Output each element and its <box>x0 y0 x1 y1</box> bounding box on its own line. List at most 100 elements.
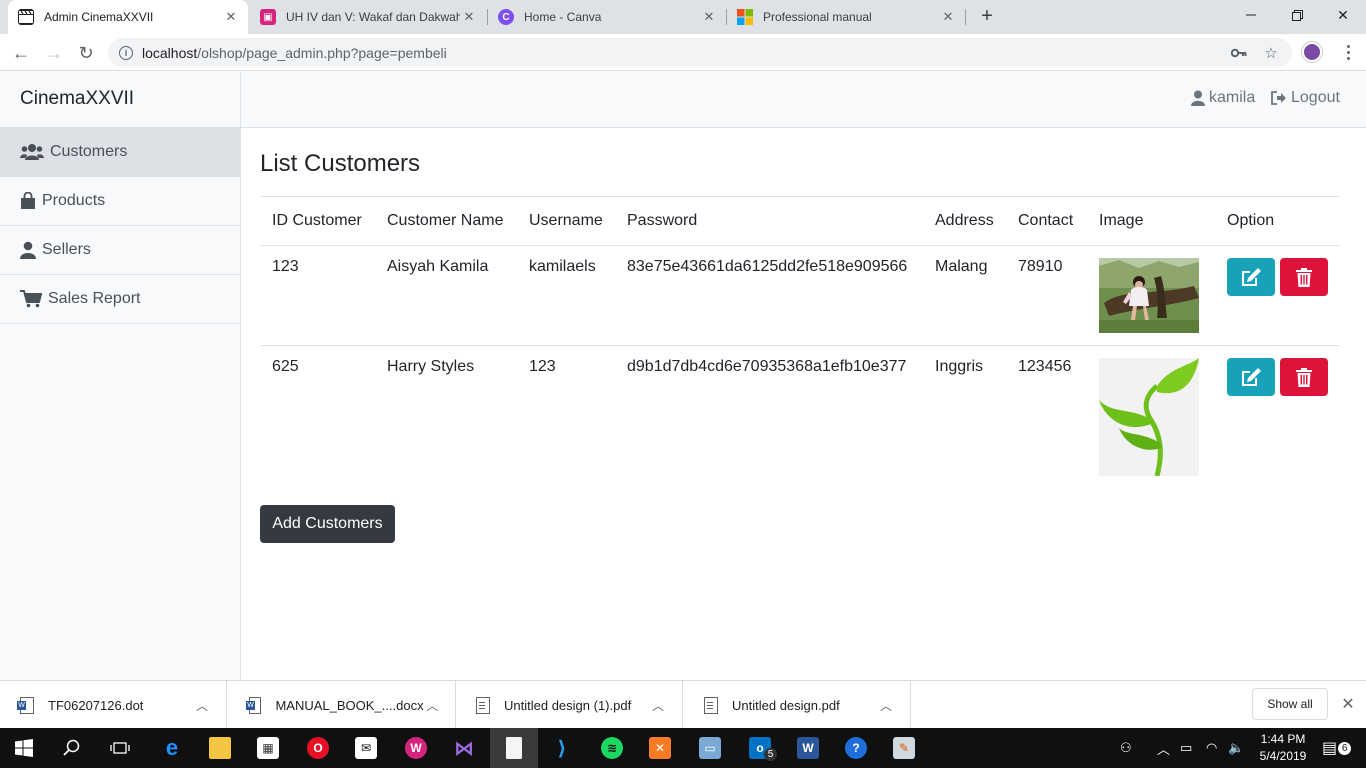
delete-button[interactable] <box>1280 258 1328 296</box>
show-all-button[interactable]: Show all <box>1252 688 1328 720</box>
column-header: Option <box>1215 196 1340 246</box>
url-text: localhost/olshop/page_admin.php?page=pem… <box>142 44 447 61</box>
people-icon[interactable]: ⚇ <box>1120 728 1132 768</box>
tab-professional-manual[interactable]: Professional manual ✕ <box>727 0 965 34</box>
forward-arrow-icon[interactable]: → <box>41 40 67 66</box>
tab-wakaf-dakwah[interactable]: ▣ UH IV dan V: Wakaf dan Dakwah ✕ <box>250 0 486 34</box>
notification-count: 6 <box>1338 741 1352 755</box>
notepad-icon[interactable] <box>490 728 538 768</box>
sidebar: CinemaXXVII Customers Products Sellers S… <box>0 71 241 680</box>
sidebar-item-label: Customers <box>50 143 128 160</box>
close-tab-icon[interactable]: ✕ <box>460 8 478 26</box>
logout-label: Logout <box>1291 89 1340 106</box>
close-shelf-icon[interactable]: ✕ <box>1338 694 1358 714</box>
task-view-icon[interactable] <box>96 728 144 768</box>
chevron-up-icon[interactable]: ︿ <box>876 697 896 714</box>
sidebar-item-sales-report[interactable]: Sales Report <box>0 275 240 324</box>
close-tab-icon[interactable]: ✕ <box>700 8 718 26</box>
plant-sprout-image <box>1099 358 1199 476</box>
pdf-file-icon <box>476 696 490 714</box>
edit-button[interactable] <box>1227 258 1275 296</box>
download-item[interactable]: Untitled design.pdf ︿ <box>684 681 911 729</box>
mail-icon[interactable]: ✉ <box>342 728 390 768</box>
chevron-up-icon[interactable]: ︿ <box>648 697 668 714</box>
close-tab-icon[interactable]: ✕ <box>939 8 957 26</box>
tab-canva[interactable]: C Home - Canva ✕ <box>488 0 726 34</box>
edit-icon <box>1242 268 1261 286</box>
minimize-button[interactable] <box>1228 0 1274 30</box>
reload-icon[interactable]: ↻ <box>73 40 99 66</box>
help-icon[interactable]: ? <box>832 728 880 768</box>
windows-taskbar: e ▦ O ✉ W ⋈ ⟩ ≋ ✕ ▭ o 5 W ? ✎ ⚇ ︿ ▭ ◠ 🔈 … <box>0 728 1366 768</box>
user-icon <box>20 241 36 259</box>
tab-title: Professional manual <box>763 10 872 24</box>
close-tab-icon[interactable]: ✕ <box>222 8 240 26</box>
users-icon <box>20 144 44 160</box>
table-row: 123 Aisyah Kamila kamilaels 83e75e43661d… <box>260 245 1340 346</box>
column-header: Username <box>517 196 615 246</box>
brand-logo[interactable]: CinemaXXVII <box>0 71 240 128</box>
paint-icon[interactable]: ✎ <box>880 728 928 768</box>
sidebar-item-products[interactable]: Products <box>0 177 240 226</box>
battery-icon[interactable]: ▭ <box>1180 728 1192 768</box>
opera-icon[interactable]: O <box>294 728 342 768</box>
logout-link[interactable]: Logout <box>1271 89 1340 107</box>
download-item[interactable]: MANUAL_BOOK_....docx ︿ <box>229 681 456 729</box>
sidebar-item-label: Products <box>42 192 106 209</box>
sidebar-item-sellers[interactable]: Sellers <box>0 226 240 275</box>
start-button[interactable] <box>0 728 48 768</box>
star-icon[interactable]: ☆ <box>1262 44 1280 62</box>
column-header: Image <box>1087 196 1215 246</box>
notification-center-icon[interactable]: ▤ 6 <box>1322 728 1352 768</box>
key-icon[interactable] <box>1230 44 1248 62</box>
search-icon[interactable] <box>48 728 96 768</box>
customers-table: ID Customer Customer Name Username Passw… <box>260 196 1340 477</box>
column-header: Customer Name <box>375 196 517 246</box>
column-header: ID Customer <box>260 196 375 246</box>
visual-studio-icon[interactable]: ⋈ <box>440 728 488 768</box>
address-bar[interactable]: i localhost/olshop/page_admin.php?page=p… <box>108 38 1292 67</box>
xampp-icon[interactable]: ✕ <box>636 728 684 768</box>
edge-icon[interactable]: e <box>148 728 196 768</box>
tab-title: UH IV dan V: Wakaf dan Dakwah <box>286 10 460 24</box>
back-arrow-icon[interactable]: ← <box>8 40 34 66</box>
spotify-icon[interactable]: ≋ <box>588 728 636 768</box>
new-tab-button[interactable]: + <box>976 5 998 27</box>
outlook-icon[interactable]: o 5 <box>736 728 784 768</box>
store-icon[interactable]: ▦ <box>244 728 292 768</box>
word-file-icon <box>245 696 262 714</box>
wifi-icon[interactable]: ◠ <box>1206 728 1217 768</box>
delete-button[interactable] <box>1280 358 1328 396</box>
cell-address: Inggris <box>935 358 984 375</box>
column-header: Password <box>615 196 923 246</box>
close-window-button[interactable]: ✕ <box>1320 0 1366 30</box>
current-user[interactable]: kamila <box>1191 89 1255 107</box>
info-icon[interactable]: i <box>119 45 133 60</box>
volume-icon[interactable]: 🔈 <box>1228 728 1244 768</box>
add-customers-button[interactable]: Add Customers <box>260 505 395 543</box>
download-filename: Untitled design (1).pdf <box>504 697 632 713</box>
vscode-icon[interactable]: ⟩ <box>538 728 586 768</box>
cell-id: 625 <box>272 358 299 375</box>
cell-name: Aisyah Kamila <box>375 245 517 346</box>
pdf-file-icon <box>704 696 718 714</box>
file-explorer-icon[interactable] <box>196 728 244 768</box>
clock-time: 1:44 PM <box>1260 732 1306 746</box>
tab-admin-cinemaxxvii[interactable]: Admin CinemaXXVII ✕ <box>8 0 248 34</box>
download-item[interactable]: Untitled design (1).pdf ︿ <box>456 681 683 729</box>
wamp-icon[interactable]: W <box>392 728 440 768</box>
download-item[interactable]: TF06207126.dot ︿ <box>0 681 227 729</box>
word-icon[interactable]: W <box>784 728 832 768</box>
tab-title: Home - Canva <box>524 10 602 24</box>
edit-button[interactable] <box>1227 358 1275 396</box>
cell-name: Harry Styles <box>387 358 475 375</box>
network-app-icon[interactable]: ▭ <box>686 728 734 768</box>
profile-avatar[interactable] <box>1302 42 1322 62</box>
chevron-up-icon[interactable]: ︿ <box>1157 728 1170 768</box>
sidebar-item-customers[interactable]: Customers <box>0 128 240 177</box>
clock[interactable]: 1:44 PM 5/4/2019 <box>1255 731 1311 765</box>
browser-menu-icon[interactable] <box>1338 42 1358 62</box>
chevron-up-icon[interactable]: ︿ <box>192 697 212 714</box>
chevron-up-icon[interactable]: ︿ <box>424 697 441 714</box>
restore-button[interactable] <box>1274 0 1320 30</box>
